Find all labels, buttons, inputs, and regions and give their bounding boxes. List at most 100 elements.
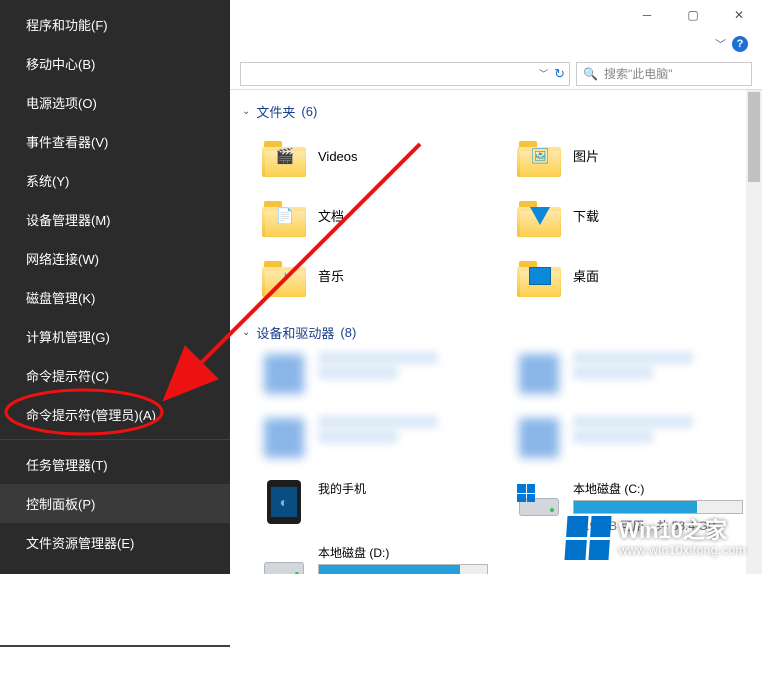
menu-item-label: 命令提示符(管理员)(A) — [26, 408, 156, 423]
menu-item-label: 电源选项(O) — [26, 96, 97, 111]
folder-icon — [517, 257, 561, 297]
menu-item-label: 系统(Y) — [26, 174, 69, 189]
watermark: Win10之家 www.win10xitong.com — [566, 516, 746, 560]
minimize-button[interactable]: ─ — [624, 0, 670, 30]
menu-item[interactable]: 运行(R) — [0, 601, 230, 640]
menu-item[interactable]: 电源选项(O) — [0, 83, 230, 122]
menu-item[interactable]: 命令提示符(C) — [0, 356, 230, 395]
menu-item-label: 命令提示符(C) — [26, 369, 109, 384]
folder-item[interactable]: ♪ 音乐 — [262, 251, 497, 303]
windows-logo-icon — [565, 516, 612, 560]
menu-item-label: 移动中心(B) — [26, 57, 95, 72]
watermark-url: www.win10xitong.com — [618, 544, 746, 557]
menu-item-label: 网络连接(W) — [26, 252, 99, 267]
chevron-down-icon[interactable]: ﹀ — [715, 36, 726, 52]
search-box[interactable]: 🔍 搜索"此电脑" — [576, 62, 752, 86]
menu-item-label: 计算机管理(G) — [26, 330, 110, 345]
menu-item-label: 关机或注销(U) — [26, 660, 109, 675]
device-name — [573, 416, 693, 428]
folder-icon — [517, 197, 561, 237]
folder-label: Videos — [318, 149, 358, 166]
menu-item-label: 任务管理器(T) — [26, 458, 108, 473]
folder-item[interactable]: 下载 — [517, 191, 752, 243]
folder-label: 桌面 — [573, 269, 599, 286]
menu-item[interactable]: 命令提示符(管理员)(A) — [0, 395, 230, 434]
menu-item[interactable]: 移动中心(B) — [0, 44, 230, 83]
explorer-content: ⌄ 文件夹 (6) 🎬 Videos 🖼 图片 📄 文档 下载 ♪ 音乐 桌面 ⌄ 设备和驱动器 … — [230, 90, 762, 574]
device-name: 本地磁盘 (D:) — [318, 544, 497, 561]
group-folders-header[interactable]: ⌄ 文件夹 (6) — [242, 96, 752, 131]
storage-bar — [573, 500, 743, 514]
help-icon[interactable]: ? — [732, 36, 748, 52]
menu-item-label: 运行(R) — [26, 614, 70, 629]
device-icon — [262, 416, 306, 460]
folder-item[interactable]: 桌面 — [517, 251, 752, 303]
windows-flag-icon — [517, 484, 535, 502]
menu-item-label: 程序和功能(F) — [26, 18, 108, 33]
folder-item[interactable]: 📄 文档 — [262, 191, 497, 243]
menu-item-label: 磁盘管理(K) — [26, 291, 95, 306]
menu-item[interactable]: 控制面板(P) — [0, 484, 230, 523]
folder-item[interactable]: 🎬 Videos — [262, 131, 497, 183]
folder-label: 音乐 — [318, 269, 344, 286]
menu-item[interactable]: 事件查看器(V) — [0, 122, 230, 161]
menu-item-label: 控制面板(P) — [26, 497, 95, 512]
search-icon: 🔍 — [583, 67, 598, 81]
device-item[interactable] — [517, 416, 752, 472]
device-item[interactable] — [262, 352, 497, 408]
menu-item[interactable]: 网络连接(W) — [0, 239, 230, 278]
address-bar[interactable]: ﹀ ↻ — [240, 62, 570, 86]
menu-item[interactable]: 程序和功能(F) — [0, 5, 230, 44]
menu-shutdown[interactable]: 关机或注销(U) › — [0, 647, 230, 686]
folder-label: 图片 — [573, 149, 599, 166]
menu-item[interactable]: 磁盘管理(K) — [0, 278, 230, 317]
addr-dropdown-icon[interactable]: ﹀ — [539, 67, 548, 80]
folder-icon: 🎬 — [262, 137, 306, 177]
group-title: 设备和驱动器 — [256, 323, 334, 342]
device-name — [318, 416, 438, 428]
group-devices-header[interactable]: ⌄ 设备和驱动器 (8) — [242, 317, 752, 352]
folder-icon: 🖼 — [517, 137, 561, 177]
menu-item-label: 搜索(S) — [26, 575, 69, 590]
menu-item[interactable]: 搜索(S) — [0, 562, 230, 601]
menu-item-label: 设备管理器(M) — [26, 213, 111, 228]
group-title: 文件夹 — [256, 102, 295, 121]
menu-item[interactable]: 系统(Y) — [0, 161, 230, 200]
device-name — [573, 352, 693, 364]
refresh-icon[interactable]: ↻ — [554, 66, 565, 82]
menu-item[interactable]: 设备管理器(M) — [0, 200, 230, 239]
folder-icon: ♪ — [262, 257, 306, 297]
device-item[interactable] — [262, 416, 497, 472]
menu-item-label: 文件资源管理器(E) — [26, 536, 134, 551]
chevron-right-icon: › — [208, 657, 212, 672]
menu-item[interactable]: 文件资源管理器(E) — [0, 523, 230, 562]
device-name — [318, 352, 438, 364]
storage-bar — [318, 564, 488, 574]
folder-icon: 📄 — [262, 197, 306, 237]
menu-item[interactable]: 计算机管理(G) — [0, 317, 230, 356]
folder-label: 下载 — [573, 209, 599, 226]
menu-item[interactable]: 任务管理器(T) — [0, 445, 230, 484]
group-count: (6) — [301, 104, 317, 119]
folder-item[interactable]: 🖼 图片 — [517, 131, 752, 183]
device-item[interactable]: 本地磁盘 (D:)8.33 GB 可用，共 51.7 GB — [262, 544, 497, 574]
search-placeholder: 搜索"此电脑" — [604, 65, 673, 82]
winx-context-menu: 程序和功能(F) 移动中心(B) 电源选项(O) 事件查看器(V) 系统(Y) 设备管理器… — [0, 0, 230, 574]
folder-label: 文档 — [318, 209, 344, 226]
maximize-button[interactable]: ▢ — [670, 0, 716, 30]
device-icon — [517, 416, 561, 460]
device-item[interactable]: ◐ 我的手机 — [262, 480, 497, 536]
device-name: 本地磁盘 (C:) — [573, 480, 752, 497]
device-icon — [517, 352, 561, 396]
device-item[interactable] — [517, 352, 752, 408]
close-button[interactable]: ✕ — [716, 0, 762, 30]
device-icon: ◐ — [262, 480, 306, 524]
group-count: (8) — [340, 325, 356, 340]
menu-item-label: 事件查看器(V) — [26, 135, 108, 150]
device-icon — [517, 480, 561, 524]
device-icon — [262, 544, 306, 574]
caret-down-icon: ⌄ — [242, 327, 250, 338]
caret-down-icon: ⌄ — [242, 106, 250, 117]
watermark-title: Win10之家 — [618, 519, 746, 543]
device-name: 我的手机 — [318, 480, 497, 497]
